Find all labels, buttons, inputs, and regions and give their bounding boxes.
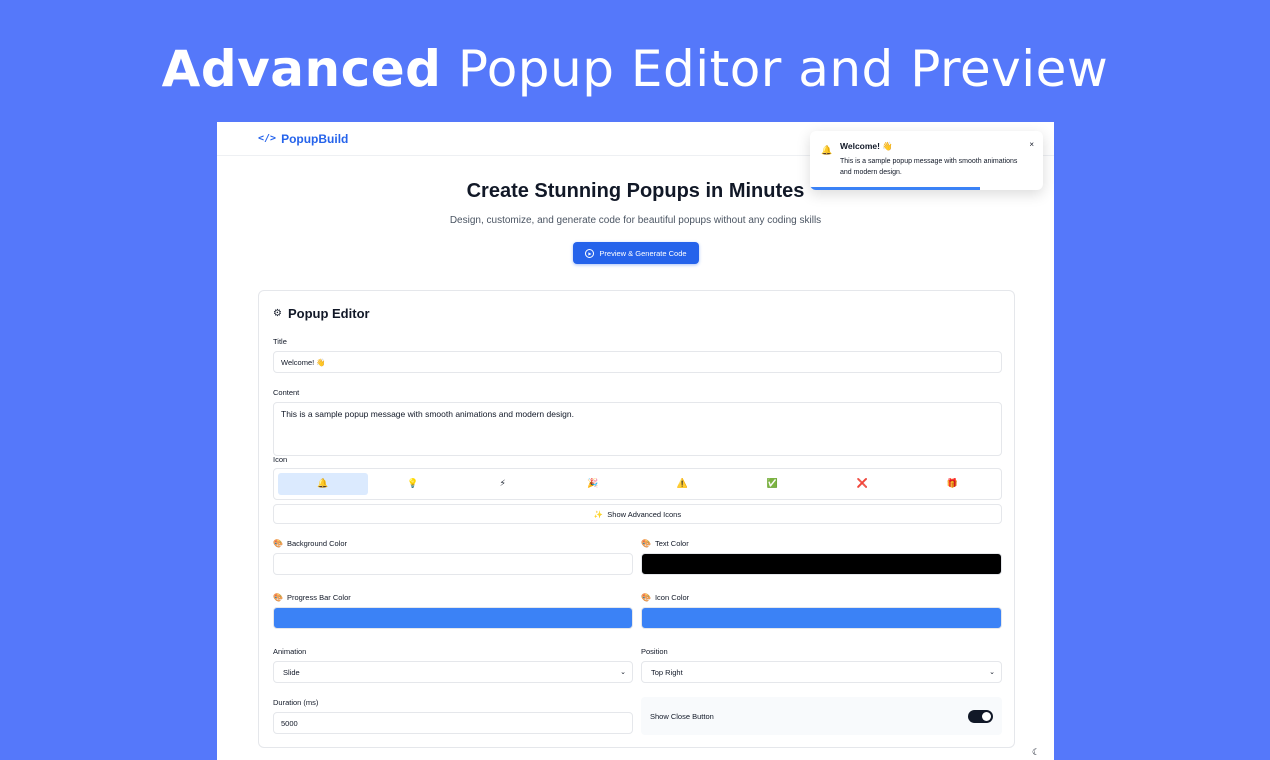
animation-select[interactable]: Slide ⌄ (273, 661, 633, 683)
palette-icon: 🎨 (641, 539, 651, 548)
progress-bar-color-input[interactable] (273, 607, 633, 629)
party-icon[interactable]: 🎉 (548, 473, 638, 495)
bell-icon[interactable]: 🔔 (278, 473, 368, 495)
code-icon: </> (258, 133, 277, 144)
cross-icon[interactable]: ❌ (817, 473, 907, 495)
show-advanced-icons-button[interactable]: ✨ Show Advanced Icons (273, 504, 1002, 524)
chevron-down-icon: ⌄ (989, 669, 995, 676)
sliders-icon: ⚙ (273, 308, 282, 319)
text-color-input[interactable] (641, 553, 1002, 575)
close-button-label: Show Close Button (650, 711, 714, 721)
progress-bar-color-label: 🎨 Progress Bar Color (273, 593, 351, 602)
duration-input[interactable]: 5000 (273, 712, 633, 734)
page-subtitle: Design, customize, and generate code for… (449, 215, 822, 226)
icon-color-label: 🎨 Icon Color (641, 593, 689, 602)
brand-name: PopupBuild (281, 131, 349, 146)
popup-editor-card: ⚙ Popup Editor Title Welcome! 👋 Content … (258, 290, 1015, 748)
sparkles-icon: ✨ (593, 509, 604, 519)
chevron-down-icon: ⌄ (620, 669, 626, 676)
preview-generate-label: Preview & Generate Code (599, 248, 687, 258)
icon-color-input[interactable] (641, 607, 1002, 629)
popup-progress-bar (810, 187, 981, 190)
hero-title-rest: Popup Editor and Preview (457, 40, 1109, 98)
app-window: </> PopupBuild Create Stunning Popups in… (217, 122, 1054, 760)
editor-title-text: Popup Editor (287, 306, 370, 321)
close-button-toggle[interactable] (968, 709, 993, 723)
background-color-input[interactable] (273, 553, 633, 575)
brand-logo[interactable]: </> PopupBuild (258, 132, 348, 146)
close-button-setting: Show Close Button (641, 697, 1002, 735)
toggle-knob (982, 711, 991, 721)
theme-toggle-icon[interactable]: ☾ (1032, 748, 1040, 758)
hero-title-bold: Advanced (161, 40, 442, 98)
warning-icon[interactable]: ⚠️ (638, 473, 728, 495)
icon-color-label-text: Icon Color (654, 593, 690, 602)
duration-label: Duration (ms) (273, 698, 319, 707)
popup-title: Welcome! 👋 (840, 141, 893, 151)
animation-value: Slide (283, 667, 300, 677)
popup-close-button[interactable]: × (1029, 140, 1034, 149)
position-select[interactable]: Top Right ⌄ (641, 661, 1002, 683)
popup-preview: 🔔 Welcome! 👋 This is a sample popup mess… (810, 131, 1043, 190)
text-color-label: 🎨 Text Color (641, 539, 689, 548)
lightbulb-icon[interactable]: 💡 (368, 473, 458, 495)
icon-label: Icon (273, 455, 288, 464)
title-label: Title (273, 337, 287, 346)
position-label: Position (641, 647, 668, 656)
animation-label: Animation (273, 647, 307, 656)
editor-title: ⚙ Popup Editor (273, 306, 370, 321)
background-color-label-text: Background Color (286, 539, 348, 548)
preview-generate-button[interactable]: ▶ Preview & Generate Code (573, 242, 699, 264)
palette-icon: 🎨 (641, 593, 651, 602)
content-label: Content (273, 388, 300, 397)
popup-body: This is a sample popup message with smoo… (840, 158, 1018, 176)
position-value: Top Right (651, 667, 683, 677)
hero-title: Advanced Popup Editor and Preview (0, 40, 1270, 98)
icon-picker: 🔔 💡 ⚡ 🎉 ⚠️ ✅ ❌ 🎁 (273, 468, 1002, 500)
bell-icon: 🔔 (821, 146, 833, 156)
show-advanced-icons-label: Show Advanced Icons (607, 509, 682, 519)
background-color-label: 🎨 Background Color (273, 539, 347, 548)
text-color-label-text: Text Color (654, 539, 689, 548)
palette-icon: 🎨 (273, 593, 283, 602)
progress-bar-color-label-text: Progress Bar Color (286, 593, 351, 602)
play-icon: ▶ (585, 248, 595, 258)
gift-icon[interactable]: 🎁 (907, 473, 997, 495)
title-input[interactable]: Welcome! 👋 (273, 351, 1002, 373)
palette-icon: 🎨 (273, 539, 283, 548)
content-textarea[interactable]: This is a sample popup message with smoo… (273, 402, 1002, 456)
check-icon[interactable]: ✅ (727, 473, 817, 495)
lightning-icon[interactable]: ⚡ (458, 473, 548, 495)
